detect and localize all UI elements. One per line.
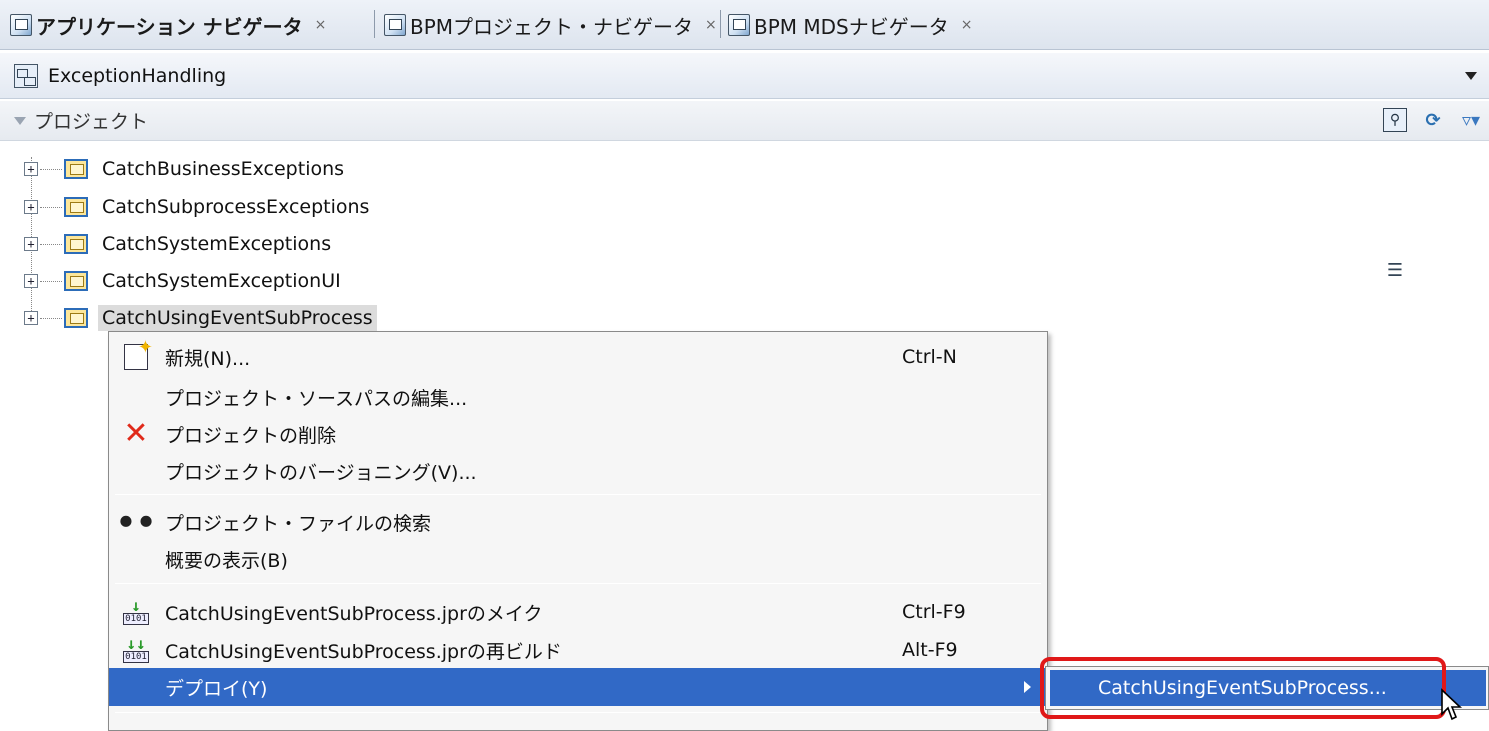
navigator-tab-bar: アプリケーション ナビゲータ × BPMプロジェクト・ナビゲータ × BPM M… [0,0,1489,50]
rebuild-icon: ↓↓ 0101 [123,634,149,663]
tab-divider [374,10,375,38]
application-navigator-icon [10,14,32,36]
menu-item-shortcut: Alt-F9 [902,639,958,661]
projects-panel-header: プロジェクト ⚲ ⟳ ▿▾ ☰ [0,101,1489,281]
make-icon: ↓ 0101 [123,596,149,625]
bpm-mds-icon [728,14,750,36]
collapse-triangle-icon[interactable] [14,116,26,125]
chevron-down-icon[interactable] [1465,72,1477,80]
projects-panel-title: プロジェクト [34,111,149,133]
tree-node-label: CatchSystemExceptions [102,233,332,255]
menu-item-make[interactable]: ↓ 0101 CatchUsingEventSubProcess.jprのメイク … [109,593,1047,631]
menu-item-label: プロジェクトのバージョニング(V)... [165,461,477,484]
menu-item-shortcut: Ctrl-N [902,346,957,368]
menu-item-label: CatchUsingEventSubProcess.jprのメイク [165,602,543,625]
mouse-cursor-icon [1441,688,1462,721]
menu-separator [115,712,1041,713]
menu-item-label: CatchUsingEventSubProcess.jprの再ビルド [165,640,562,663]
menu-separator [115,583,1041,584]
close-icon[interactable]: × [315,17,327,33]
run-icon: ▶ [128,725,143,730]
tab-label: アプリケーション ナビゲータ [36,14,303,39]
new-icon [124,337,153,370]
application-selector[interactable]: ExceptionHandling [0,53,1489,99]
tree-node[interactable]: + CatchSystemExceptions [24,228,335,260]
search-icon[interactable]: ⚲ [1383,108,1407,132]
tree-node-selected[interactable]: + CatchUsingEventSubProcess [24,302,377,334]
menu-item-label: プロジェクト・ソースパスの編集... [165,387,468,410]
expand-icon[interactable]: + [24,311,38,325]
panel-toolbar: ⚲ ⟳ ▿▾ ☰ [1383,108,1483,281]
project-folder-icon [64,159,88,179]
menu-item-label: 概要の表示(B) [165,549,288,572]
expand-icon[interactable]: + [24,274,38,288]
context-menu: 新規(N)... Ctrl-N プロジェクト・ソースパスの編集... ✕ プロジ… [108,331,1048,731]
binoculars-icon: ⚫⚫ [115,508,157,536]
close-icon[interactable]: × [705,17,717,33]
expand-icon[interactable]: + [24,162,38,176]
tree-node-label: CatchSubprocessExceptions [102,196,370,218]
expand-icon[interactable]: + [24,200,38,214]
tree-node[interactable]: + CatchSystemExceptionUI [24,265,345,297]
menu-item-label: プロジェクト・ファイルの検索 [165,512,432,535]
application-icon [14,63,38,88]
tab-label: BPM MDSナビゲータ [754,14,949,39]
menu-item-find-project-files[interactable]: ⚫⚫ プロジェクト・ファイルの検索 [109,503,1047,541]
tree-node[interactable]: + CatchSubprocessExceptions [24,191,373,223]
menu-item-edit-source-paths[interactable]: プロジェクト・ソースパスの編集... [109,378,1047,416]
delete-icon: ✕ [123,416,149,451]
project-folder-icon [64,308,88,328]
menu-item-show-overview[interactable]: 概要の表示(B) [109,540,1047,578]
refresh-icon[interactable]: ⟳ [1421,108,1445,132]
tab-label: BPMプロジェクト・ナビゲータ [410,14,694,39]
bpm-project-icon [384,14,406,36]
filter-icon[interactable]: ▿▾ [1459,108,1483,132]
tree-node-label: CatchUsingEventSubProcess [98,305,377,331]
menu-item-label: 新規(N)... [165,347,251,370]
menu-item-delete-project[interactable]: ✕ プロジェクトの削除 [109,415,1047,453]
menu-item-label: デプロイ(Y) [165,677,268,700]
tree-view-icon[interactable]: ☰ [1383,258,1407,282]
submenu-arrow-icon [1024,681,1031,693]
tab-divider [720,10,721,38]
tab-bpm-mds-navigator[interactable]: BPM MDSナビゲータ × [728,4,972,46]
project-folder-icon [64,197,88,217]
tree-node[interactable]: + CatchBusinessExceptions [24,153,348,185]
menu-item-rebuild[interactable]: ↓↓ 0101 CatchUsingEventSubProcess.jprの再ビル… [109,631,1047,669]
tree-node-label: CatchSystemExceptionUI [102,270,341,292]
project-folder-icon [64,271,88,291]
close-icon[interactable]: × [961,17,973,33]
menu-item-shortcut: Ctrl-F9 [902,601,966,623]
tab-application-navigator[interactable]: アプリケーション ナビゲータ × [10,4,326,46]
expand-icon[interactable]: + [24,237,38,251]
menu-item-partial[interactable]: ▶ [109,718,1047,730]
menu-item-label: プロジェクトの削除 [165,424,337,447]
menu-item-deploy[interactable]: デプロイ(Y) [109,668,1047,706]
menu-item-versioning[interactable]: プロジェクトのバージョニング(V)... [109,452,1047,490]
menu-item-new[interactable]: 新規(N)... Ctrl-N [109,337,1047,376]
tab-bpm-project-navigator[interactable]: BPMプロジェクト・ナビゲータ × [384,4,717,46]
highlight-callout [1040,657,1446,719]
menu-separator [115,494,1041,495]
application-name: ExceptionHandling [48,64,227,87]
tree-node-label: CatchBusinessExceptions [102,158,345,180]
project-folder-icon [64,234,88,254]
